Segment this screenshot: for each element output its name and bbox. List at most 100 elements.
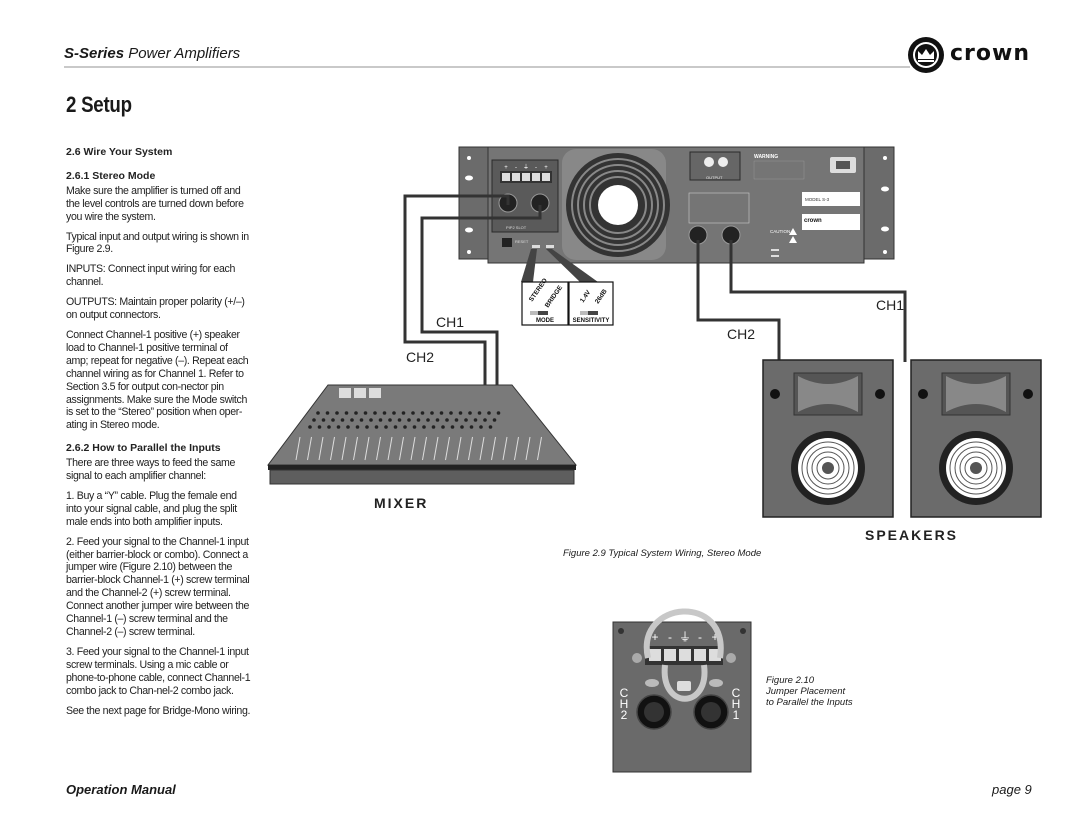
sensitivity-switch-mini: [546, 245, 554, 248]
series-subtitle: Power Amplifiers: [124, 45, 241, 62]
terminal-label: ⏚: [679, 630, 691, 644]
mixer-knob: [464, 418, 468, 422]
figure-2-9-wiring-diagram: + - ⏚ - + PIP2 SLOT RESET OUTPUT WARNING…: [267, 146, 1042, 543]
amplifier-rear-panel: + - ⏚ - + PIP2 SLOT RESET OUTPUT WARNING…: [458, 146, 895, 264]
mixer-knob: [344, 411, 349, 415]
mixer-knob: [439, 411, 444, 415]
mixer-knob: [422, 425, 426, 429]
mixer-knob: [473, 418, 478, 422]
running-header: S-Series Power Amplifiers: [64, 45, 240, 62]
reset-port: [502, 238, 512, 247]
sensitivity-switch-callout: 1.4V 26dB SENSITIVITY: [568, 281, 614, 326]
caption-line: Jumper Placement: [766, 686, 846, 697]
speaker-left: [762, 359, 894, 518]
paragraph: Make sure the amplifier is turned off an…: [66, 184, 244, 223]
mixer-knob: [477, 411, 482, 415]
terminal-label: -: [535, 165, 537, 171]
speakers-label: SPEAKERS: [865, 527, 958, 543]
mixer-knob: [403, 425, 407, 429]
mixer-knob: [454, 418, 459, 422]
mixer-knob: [378, 418, 383, 422]
vu-meter: [339, 388, 351, 398]
mixer-knob: [411, 411, 415, 415]
mixer-knob: [336, 425, 341, 429]
warning-label: WARNING: [754, 154, 778, 160]
mixer-knob: [374, 425, 379, 429]
mixer-knob: [441, 425, 445, 429]
mixer-knob: [450, 425, 455, 429]
mixer-knob: [384, 425, 388, 429]
mixer-knob: [350, 418, 354, 422]
mixer-knob: [373, 411, 377, 415]
mixer-knob: [312, 418, 316, 422]
mixer-knob: [435, 418, 440, 422]
mixer-knob: [325, 411, 330, 415]
mixer-knob: [331, 418, 335, 422]
paragraph: Connect Channel-1 positive (+) speaker l…: [66, 328, 249, 432]
mixer-knob: [479, 425, 483, 429]
caution-label: CAUTION: [770, 229, 790, 234]
mixer-knob: [496, 411, 501, 415]
caption-line: Figure 2.10: [766, 675, 815, 686]
ch1-label: 1: [733, 708, 740, 722]
paragraph: Typical input and output wiring is shown…: [66, 230, 249, 256]
panel-logo: crown: [804, 218, 822, 224]
mixer-knob: [335, 411, 339, 415]
sensitivity-switch-slider: [580, 311, 588, 315]
fan-grille: [562, 149, 670, 260]
mixer-knob: [412, 425, 417, 429]
mode-switch-callout: STEREO BRIDGE MODE: [521, 277, 569, 326]
mixer-knob: [340, 418, 345, 422]
terminal-label: -: [515, 165, 517, 171]
paragraph: 3. Feed your signal to the Channel-1 inp…: [66, 645, 251, 697]
mixer-knob: [365, 425, 369, 429]
paragraph: See the next page for Bridge-Mono wiring…: [66, 704, 251, 717]
mixer-knob: [449, 411, 453, 415]
mixer-knob: [458, 411, 463, 415]
mixer-knob: [369, 418, 373, 422]
header-rule: [64, 66, 910, 68]
chapter-title: 2 Setup: [66, 92, 132, 117]
mixer-knob: [397, 418, 402, 422]
crown-icon: [908, 37, 944, 73]
mixer-knob: [401, 411, 406, 415]
mixer-knob: [492, 418, 497, 422]
paragraph: 2. Feed your signal to the Channel-1 inp…: [66, 535, 250, 638]
mixer-knob: [327, 425, 331, 429]
mixer-knob: [420, 411, 425, 415]
mixer-knob: [388, 418, 392, 422]
vu-meter: [369, 388, 381, 398]
mixer-knob: [468, 411, 472, 415]
mixer-knob: [445, 418, 449, 422]
mixer-knob: [430, 411, 434, 415]
terminal-label: +: [504, 165, 508, 171]
page-number: page 9: [992, 782, 1032, 797]
mixer-knob: [469, 425, 474, 429]
reset-label: RESET: [515, 239, 529, 244]
mixer-knob: [487, 411, 491, 415]
figure-2-10-jumper-diagram: + - ⏚ - + C H 2 C H 1: [612, 608, 752, 773]
mixer-knob: [346, 425, 350, 429]
text-column: 2.6 Wire Your System 2.6.1 Stereo Mode M…: [66, 146, 252, 724]
mixer-knob: [431, 425, 436, 429]
section-heading-2-6: 2.6 Wire Your System: [66, 146, 173, 158]
mixer-knob: [308, 425, 312, 429]
mixer-knob: [382, 411, 387, 415]
mixer-knob: [416, 418, 421, 422]
mixer-knob: [460, 425, 464, 429]
section-heading-2-6-1: 2.6.1 Stereo Mode: [66, 169, 156, 182]
input-label-ch2: CH2: [406, 349, 434, 365]
mixer-knob: [321, 418, 326, 422]
vu-meter: [354, 388, 366, 398]
paragraph: 1. Buy a “Y” cable. Plug the female end …: [66, 489, 237, 528]
mixer-knob: [359, 418, 364, 422]
caption-line: to Parallel the Inputs: [766, 697, 853, 708]
output-label-ch1: CH1: [876, 297, 904, 313]
pip-slot-label: PIP2 SLOT: [506, 225, 527, 230]
mode-switch-slider: [530, 311, 538, 315]
mixer-knob: [393, 425, 398, 429]
paragraph: OUTPUTS: Maintain proper polarity (+/–) …: [66, 296, 245, 322]
mixer-knob: [426, 418, 430, 422]
mixer-console: [267, 384, 578, 485]
switch-icon: [677, 681, 691, 691]
